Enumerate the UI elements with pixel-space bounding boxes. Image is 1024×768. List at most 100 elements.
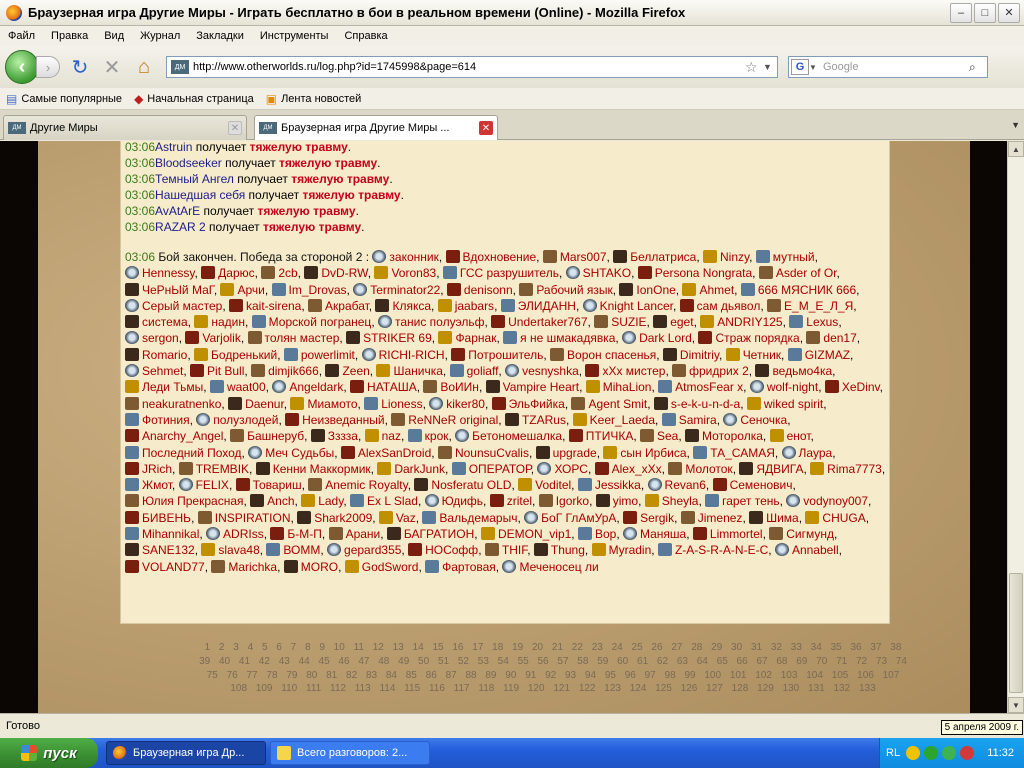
menu-history[interactable]: Журнал [140,30,180,42]
winner-player[interactable]: JRich [125,461,172,476]
tab-other-worlds[interactable]: ДМ Другие Миры ✕ [3,115,247,140]
menu-bookmarks[interactable]: Закладки [196,30,244,42]
minimize-button[interactable]: – [950,2,972,23]
page-link[interactable]: 81 [326,670,337,681]
page-link[interactable]: 101 [730,670,747,681]
stop-button[interactable]: ✕ [100,55,124,79]
winner-player[interactable]: Voron83 [374,266,436,280]
page-link[interactable]: 5 [262,642,268,653]
winner-player[interactable]: Семенович [712,478,792,492]
page-link[interactable]: 125 [655,683,672,694]
winner-player[interactable]: Asder of Or [758,266,837,280]
winner-player[interactable]: Башнеруб [230,429,304,443]
page-link[interactable]: 63 [677,656,688,667]
page-link[interactable]: 92 [545,670,556,681]
page-link[interactable]: 120 [528,683,545,694]
tab-list-dropdown-icon[interactable]: ▼ [1011,120,1020,130]
bookmark-star-icon[interactable]: ☆ [745,59,763,76]
page-link[interactable]: 40 [219,656,230,667]
winner-player[interactable]: ЭльФийка [491,396,565,411]
winner-player[interactable]: AtmosFear x [658,380,743,394]
winner-player[interactable]: Шаничка [376,364,443,378]
winner-player[interactable]: Меч Судьбы [248,445,334,460]
winner-player[interactable]: Varjolik [185,331,241,345]
page-link[interactable]: 20 [532,642,543,653]
bookmark-news-feed[interactable]: ▣ Лента новостей [266,92,362,106]
winner-player[interactable]: THIF [484,543,527,557]
page-link[interactable]: 7 [291,642,297,653]
winner-player[interactable]: Последний Поход [125,445,242,460]
page-link[interactable]: 116 [429,683,445,694]
winner-player[interactable]: DEMON_vip1 [480,527,571,541]
winner-player[interactable]: Z-A-S-R-A-N-E-C [657,543,768,557]
winner-player[interactable]: Кенни Маккормик [255,461,371,476]
page-link[interactable]: 87 [446,670,457,681]
page-link[interactable]: 91 [525,670,536,681]
winner-player[interactable]: Леди Тьмы [125,380,203,394]
language-indicator[interactable]: RL [886,747,900,759]
winner-player[interactable]: Shark2009 [297,510,372,525]
winner-player[interactable]: ПТИЧКА [568,429,633,443]
winner-player[interactable]: Сигмунд [769,527,834,541]
page-link[interactable]: 36 [850,642,861,653]
page-link[interactable]: 12 [373,642,384,653]
page-link[interactable]: 17 [472,642,483,653]
page-link[interactable]: 98 [665,670,676,681]
page-link[interactable]: 71 [836,656,847,667]
winner-player[interactable]: Клякса [375,298,431,313]
page-link[interactable]: 84 [386,670,397,681]
winner-player[interactable]: Рабочий язык [519,282,613,297]
page-link[interactable]: 69 [796,656,807,667]
winner-player[interactable]: waat00 [209,380,266,394]
page-link[interactable]: 102 [755,670,772,681]
maximize-button[interactable]: □ [974,2,996,23]
winner-player[interactable]: Арчи [220,282,265,297]
menu-view[interactable]: Вид [104,30,124,42]
home-button[interactable]: ⌂ [132,55,156,79]
winner-player[interactable]: Anarchy_Angel [125,429,223,443]
winner-player[interactable]: denisonn [446,282,513,297]
page-link[interactable]: 18 [492,642,503,653]
page-link[interactable]: 46 [338,656,349,667]
page-link[interactable]: 52 [458,656,469,667]
winner-player[interactable]: jaabars [437,298,494,313]
winner-player[interactable]: Jimenez [680,510,742,525]
winner-player[interactable]: ANDRIY125 [700,315,783,329]
winner-player[interactable]: DarkJunk [377,461,445,476]
winner-player[interactable]: БоГ ГлАмУрА [524,510,616,525]
winner-player[interactable]: Товариш [235,478,302,492]
page-link[interactable]: 10 [334,642,345,653]
page-link[interactable]: 62 [657,656,668,667]
page-link[interactable]: 100 [704,670,721,681]
messenger-icon[interactable] [942,746,957,760]
winner-player[interactable]: ЯДВИГА [739,461,803,476]
winner-player[interactable]: Акрабат [308,298,369,313]
page-link[interactable]: 121 [553,683,570,694]
winner-player[interactable]: Angeldark [272,380,343,394]
winner-player[interactable]: Dark Lord [622,331,692,345]
winner-player[interactable]: Четник [725,347,781,362]
winner-player[interactable]: Арани [328,527,380,541]
antivirus-icon[interactable] [960,746,975,760]
winner-player[interactable]: Anemic Royalty [308,478,408,492]
winner-player[interactable]: ГСС разрушитель [442,266,559,280]
page-link[interactable]: 33 [791,642,802,653]
search-engine-dropdown-icon[interactable]: ▼ [809,63,819,72]
winner-player[interactable]: Бодренький [194,347,277,362]
page-link[interactable]: 83 [366,670,377,681]
winner-player[interactable]: Nosferatu OLD [414,478,511,492]
url-dropdown-icon[interactable]: ▼ [763,62,777,72]
winner-player[interactable]: Voditel [518,478,571,492]
page-link[interactable]: 3 [233,642,239,653]
page-link[interactable]: 127 [706,683,723,694]
page-link[interactable]: 1 [205,642,211,653]
winner-player[interactable]: FELIX [178,478,229,492]
page-link[interactable]: 111 [306,683,321,694]
page-link[interactable]: 6 [276,642,282,653]
winner-player[interactable]: Вальдемарыч [422,510,517,525]
winner-player[interactable]: Jessikka [577,478,641,492]
page-link[interactable]: 94 [585,670,596,681]
winner-player[interactable]: DvD-RW [304,266,368,280]
winner-player[interactable]: Юлия Прекрасная [125,494,244,508]
winner-player[interactable]: INSPIRATION [197,510,291,525]
